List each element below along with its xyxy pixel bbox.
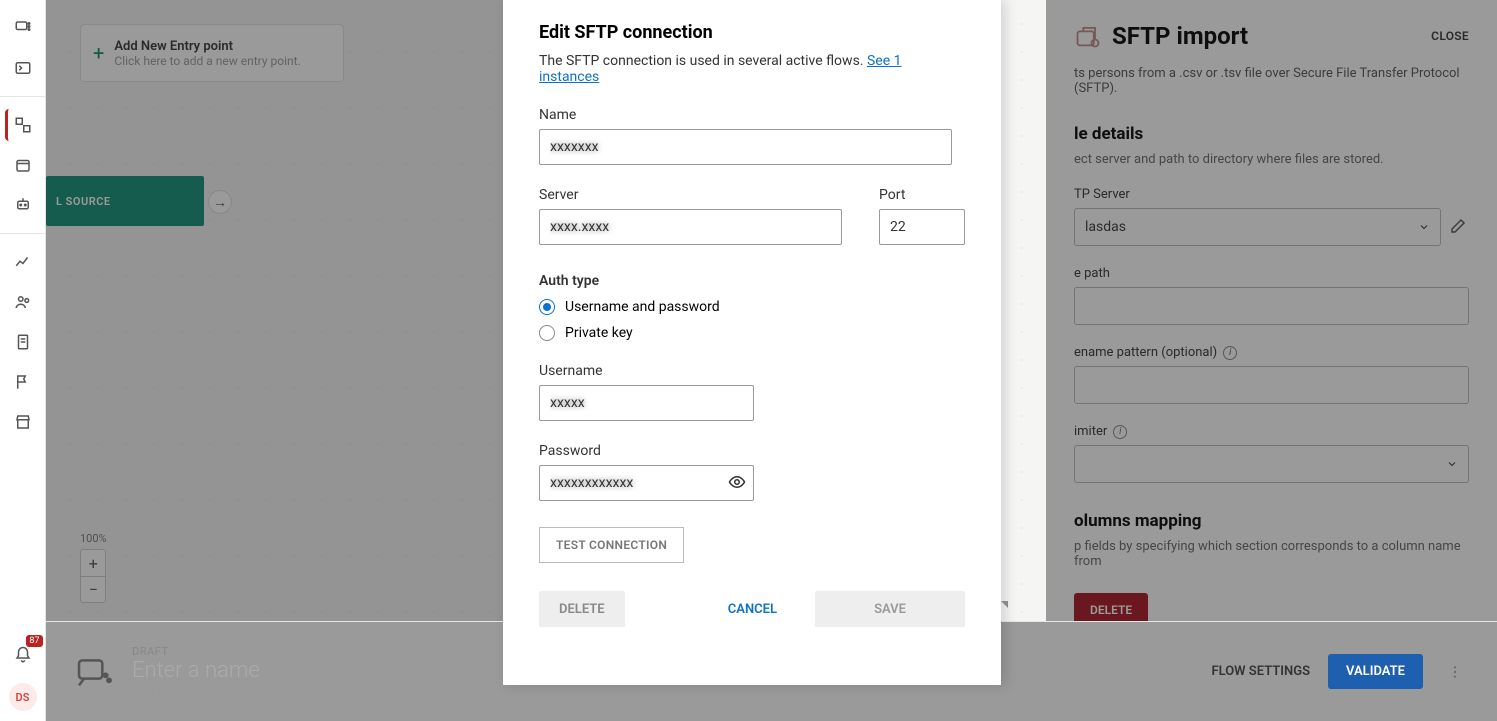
rail-package-icon[interactable] — [7, 149, 39, 181]
auth-type-label: Auth type — [539, 273, 965, 289]
port-input[interactable] — [879, 209, 965, 245]
modal-delete-button[interactable]: DELETE — [539, 591, 625, 627]
name-label: Name — [539, 107, 965, 123]
rail-doc-icon[interactable] — [7, 326, 39, 358]
toggle-password-icon[interactable] — [728, 473, 746, 491]
modal-subtitle: The SFTP connection is used in several a… — [539, 53, 965, 85]
radio-private-key[interactable]: Private key — [539, 325, 965, 341]
left-rail: 87 DS — [0, 0, 46, 721]
rail-bell-icon[interactable]: 87 — [7, 639, 39, 671]
rail-terminal-icon[interactable] — [7, 52, 39, 84]
modal-backdrop-right[interactable] — [1046, 0, 1497, 621]
flow-icon — [74, 652, 114, 692]
password-label: Password — [539, 443, 965, 459]
rail-bot-icon[interactable] — [7, 189, 39, 221]
validate-button[interactable]: VALIDATE — [1328, 654, 1423, 689]
user-avatar[interactable]: DS — [9, 683, 37, 711]
password-input[interactable] — [539, 465, 754, 501]
test-connection-button[interactable]: TEST CONNECTION — [539, 527, 684, 563]
radio-username-password[interactable]: Username and password — [539, 299, 965, 315]
rail-store-icon[interactable] — [7, 406, 39, 438]
rail-flows-icon[interactable] — [5, 109, 37, 141]
server-input[interactable] — [539, 209, 842, 245]
rail-chat-icon[interactable] — [7, 12, 39, 44]
name-input[interactable] — [539, 129, 952, 165]
rail-flag-icon[interactable] — [7, 366, 39, 398]
server-label: Server — [539, 187, 857, 203]
status-draft: DRAFT — [132, 645, 260, 658]
username-label: Username — [539, 363, 965, 379]
username-input[interactable] — [539, 385, 754, 421]
edit-sftp-modal: Edit SFTP connection The SFTP connection… — [503, 0, 1001, 685]
port-label: Port — [879, 187, 965, 203]
modal-title: Edit SFTP connection — [539, 22, 965, 43]
last-saved: Last saved now — [132, 685, 260, 699]
modal-cancel-button[interactable]: CANCEL — [708, 591, 797, 627]
modal-scrollbar[interactable] — [1001, 0, 1008, 608]
modal-save-button[interactable]: SAVE — [815, 591, 965, 627]
more-menu-button[interactable] — [1441, 658, 1469, 686]
rail-analytics-icon[interactable] — [7, 246, 39, 278]
notification-badge: 87 — [26, 635, 42, 647]
flow-name-input[interactable]: Enter a name — [132, 658, 260, 683]
flow-settings-button[interactable]: FLOW SETTINGS — [1211, 664, 1310, 679]
rail-people-icon[interactable] — [7, 286, 39, 318]
